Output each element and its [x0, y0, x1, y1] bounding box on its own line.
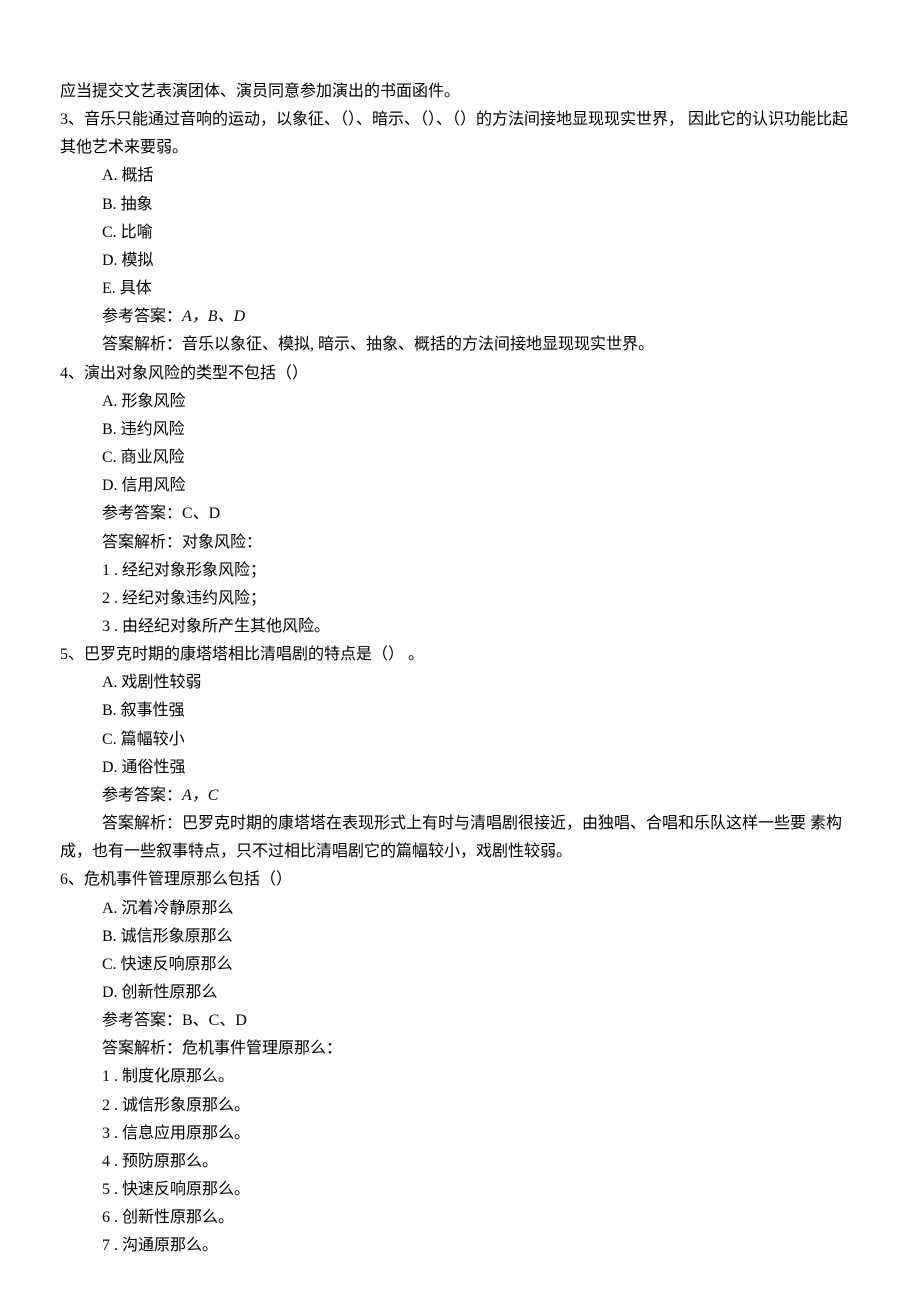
q3-option-e: E. 具体 — [60, 275, 860, 303]
q4-option-a: A. 形象风险 — [60, 388, 860, 416]
q6-option-b: B. 诚信形象原那么 — [60, 923, 860, 951]
q3-explanation: 答案解析：音乐以象征、模拟, 暗示、抽象、概括的方法间接地显现现实世界。 — [60, 331, 860, 359]
q6-expl-item-6: 6 . 创新性原那么。 — [60, 1204, 860, 1232]
q3-option-d: D. 模拟 — [60, 247, 860, 275]
q4-option-b: B. 违约风险 — [60, 416, 860, 444]
q6-expl-item-5: 5 . 快速反响原那么。 — [60, 1176, 860, 1204]
q4-explanation: 答案解析：对象风险： — [60, 529, 860, 557]
q6-stem: 6、危机事件管理原那么包括（） — [60, 866, 860, 894]
q5-explanation: 答案解析：巴罗克时期的康塔塔在表现形式上有时与清唱剧很接近，由独唱、合唱和乐队这… — [60, 810, 860, 866]
q5-option-b: B. 叙事性强 — [60, 697, 860, 725]
q5-answer-label: 参考答案： — [102, 787, 182, 804]
preface-text: 应当提交文艺表演团体、演员同意参加演出的书面函件。 — [60, 78, 860, 106]
q5-stem: 5、巴罗克时期的康塔塔相比清唱剧的特点是（） 。 — [60, 641, 860, 669]
q6-expl-item-7: 7 . 沟通原那么。 — [60, 1232, 860, 1260]
q5-option-a: A. 戏剧性较弱 — [60, 669, 860, 697]
q3-option-a: A. 概括 — [60, 162, 860, 190]
q4-option-d: D. 信用风险 — [60, 472, 860, 500]
q4-expl-item-3: 3 . 由经纪对象所产生其他风险。 — [60, 613, 860, 641]
q4-option-c: C. 商业风险 — [60, 444, 860, 472]
q6-option-c: C. 快速反响原那么 — [60, 951, 860, 979]
q5-answer: 参考答案：A，C — [60, 782, 860, 810]
q3-stem: 3、音乐只能通过音响的运动，以象征、（）、暗示、（）、（）的方法间接地显现现实世… — [60, 106, 860, 162]
q4-expl-item-1: 1 . 经纪对象形象风险； — [60, 557, 860, 585]
q3-option-b: B. 抽象 — [60, 191, 860, 219]
q3-answer-label: 参考答案： — [102, 308, 182, 325]
q6-option-d: D. 创新性原那么 — [60, 979, 860, 1007]
q6-explanation: 答案解析：危机事件管理原那么： — [60, 1035, 860, 1063]
q4-expl-item-2: 2 . 经纪对象违约风险； — [60, 585, 860, 613]
q3-answer-value: A，B、D — [182, 308, 245, 325]
q3-option-c: C. 比喻 — [60, 219, 860, 247]
q6-expl-item-3: 3 . 信息应用原那么。 — [60, 1120, 860, 1148]
q5-option-d: D. 通俗性强 — [60, 754, 860, 782]
q5-answer-value: A，C — [182, 787, 218, 804]
q4-stem: 4、演出对象风险的类型不包括（） — [60, 360, 860, 388]
q3-answer: 参考答案：A，B、D — [60, 303, 860, 331]
q6-expl-item-1: 1 . 制度化原那么。 — [60, 1063, 860, 1091]
q5-option-c: C. 篇幅较小 — [60, 726, 860, 754]
q6-answer: 参考答案：B、C、D — [60, 1007, 860, 1035]
q4-answer: 参考答案：C、D — [60, 500, 860, 528]
q6-expl-item-4: 4 . 预防原那么。 — [60, 1148, 860, 1176]
q6-option-a: A. 沉着冷静原那么 — [60, 895, 860, 923]
q6-expl-item-2: 2 . 诚信形象原那么。 — [60, 1092, 860, 1120]
